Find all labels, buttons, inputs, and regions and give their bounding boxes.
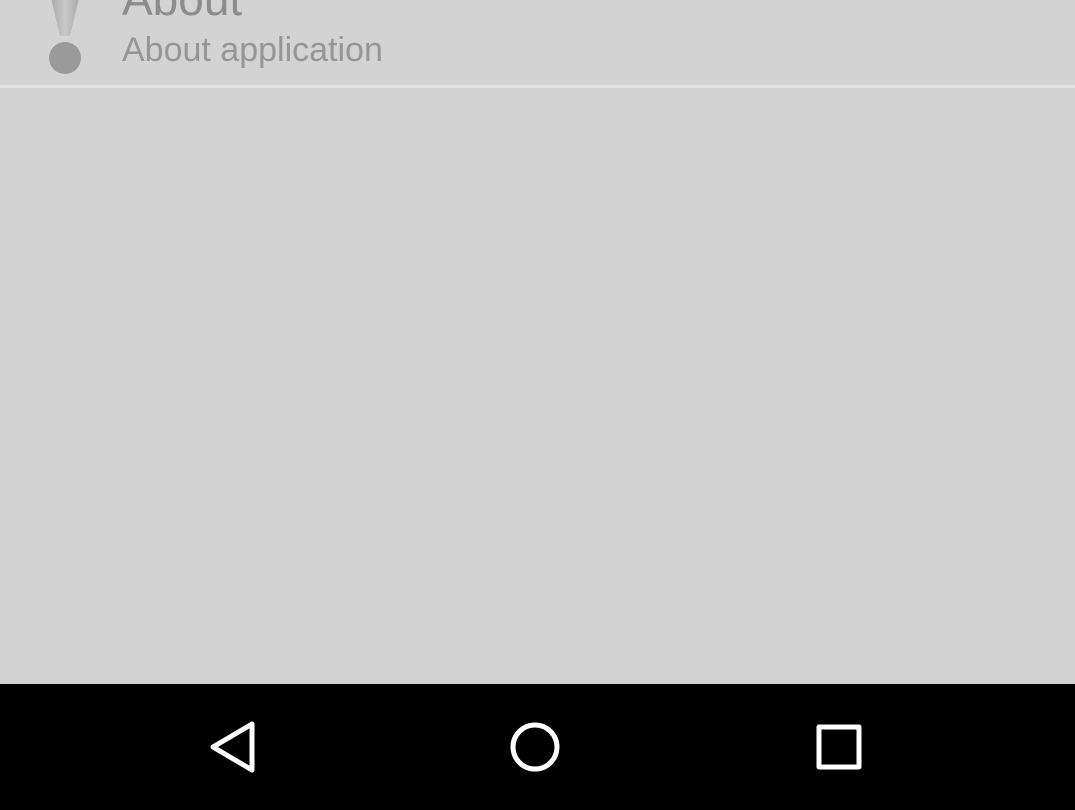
back-triangle-icon bbox=[195, 707, 275, 787]
empty-content-area bbox=[0, 88, 1075, 684]
settings-item-summary: About application bbox=[122, 31, 383, 69]
home-button[interactable] bbox=[495, 707, 575, 787]
recents-button[interactable] bbox=[799, 707, 879, 787]
settings-item-title: About bbox=[122, 0, 242, 25]
settings-item-about[interactable]: About About application bbox=[0, 0, 1075, 86]
recents-square-icon bbox=[799, 707, 879, 787]
app-screen: About About application bbox=[0, 0, 1075, 810]
info-exclamation-icon bbox=[40, 0, 90, 76]
home-circle-icon bbox=[495, 707, 575, 787]
back-button[interactable] bbox=[195, 707, 275, 787]
navigation-bar bbox=[0, 684, 1075, 810]
